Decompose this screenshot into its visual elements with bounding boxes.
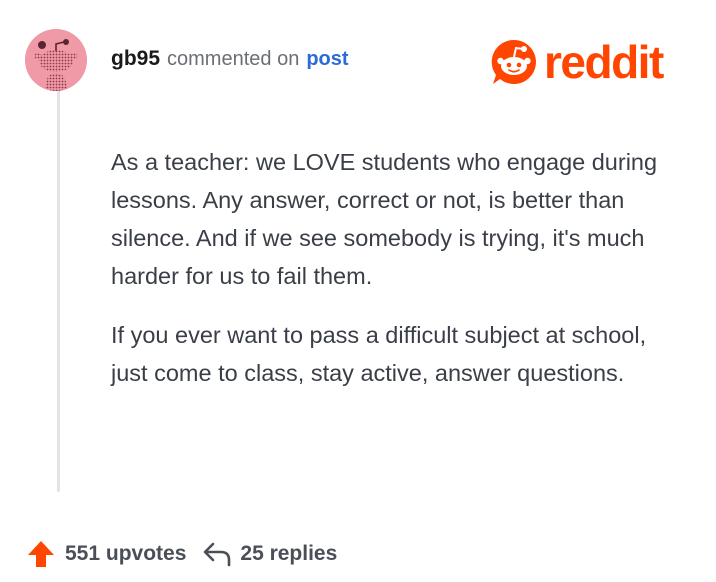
username[interactable]: gb95: [111, 47, 160, 71]
reply-arrow-icon[interactable]: [202, 541, 232, 567]
upvote-count: 551 upvotes: [65, 542, 187, 565]
reply-count[interactable]: 25 replies: [240, 542, 337, 566]
avatar[interactable]: [25, 29, 87, 91]
reddit-snoo-icon: [491, 39, 536, 84]
comment-paragraph-1: As a teacher: we LOVE students who engag…: [111, 149, 658, 289]
comment-header: gb95 commented on post: [111, 47, 349, 75]
reddit-wordmark: reddit: [544, 36, 664, 88]
upvote-arrow-icon[interactable]: [27, 539, 55, 569]
comment-body: As a teacher: we LOVE students who engag…: [111, 143, 671, 392]
comment-footer: 551 upvotes 25 replies: [27, 536, 337, 572]
thread-line: [57, 88, 60, 492]
comment-paragraph-2: If you ever want to pass a difficult sub…: [111, 322, 647, 386]
snoo-avatar-icon: [25, 29, 87, 91]
action-text: commented on: [167, 48, 300, 70]
reddit-logo: reddit: [490, 36, 664, 88]
post-link[interactable]: post: [306, 48, 348, 71]
